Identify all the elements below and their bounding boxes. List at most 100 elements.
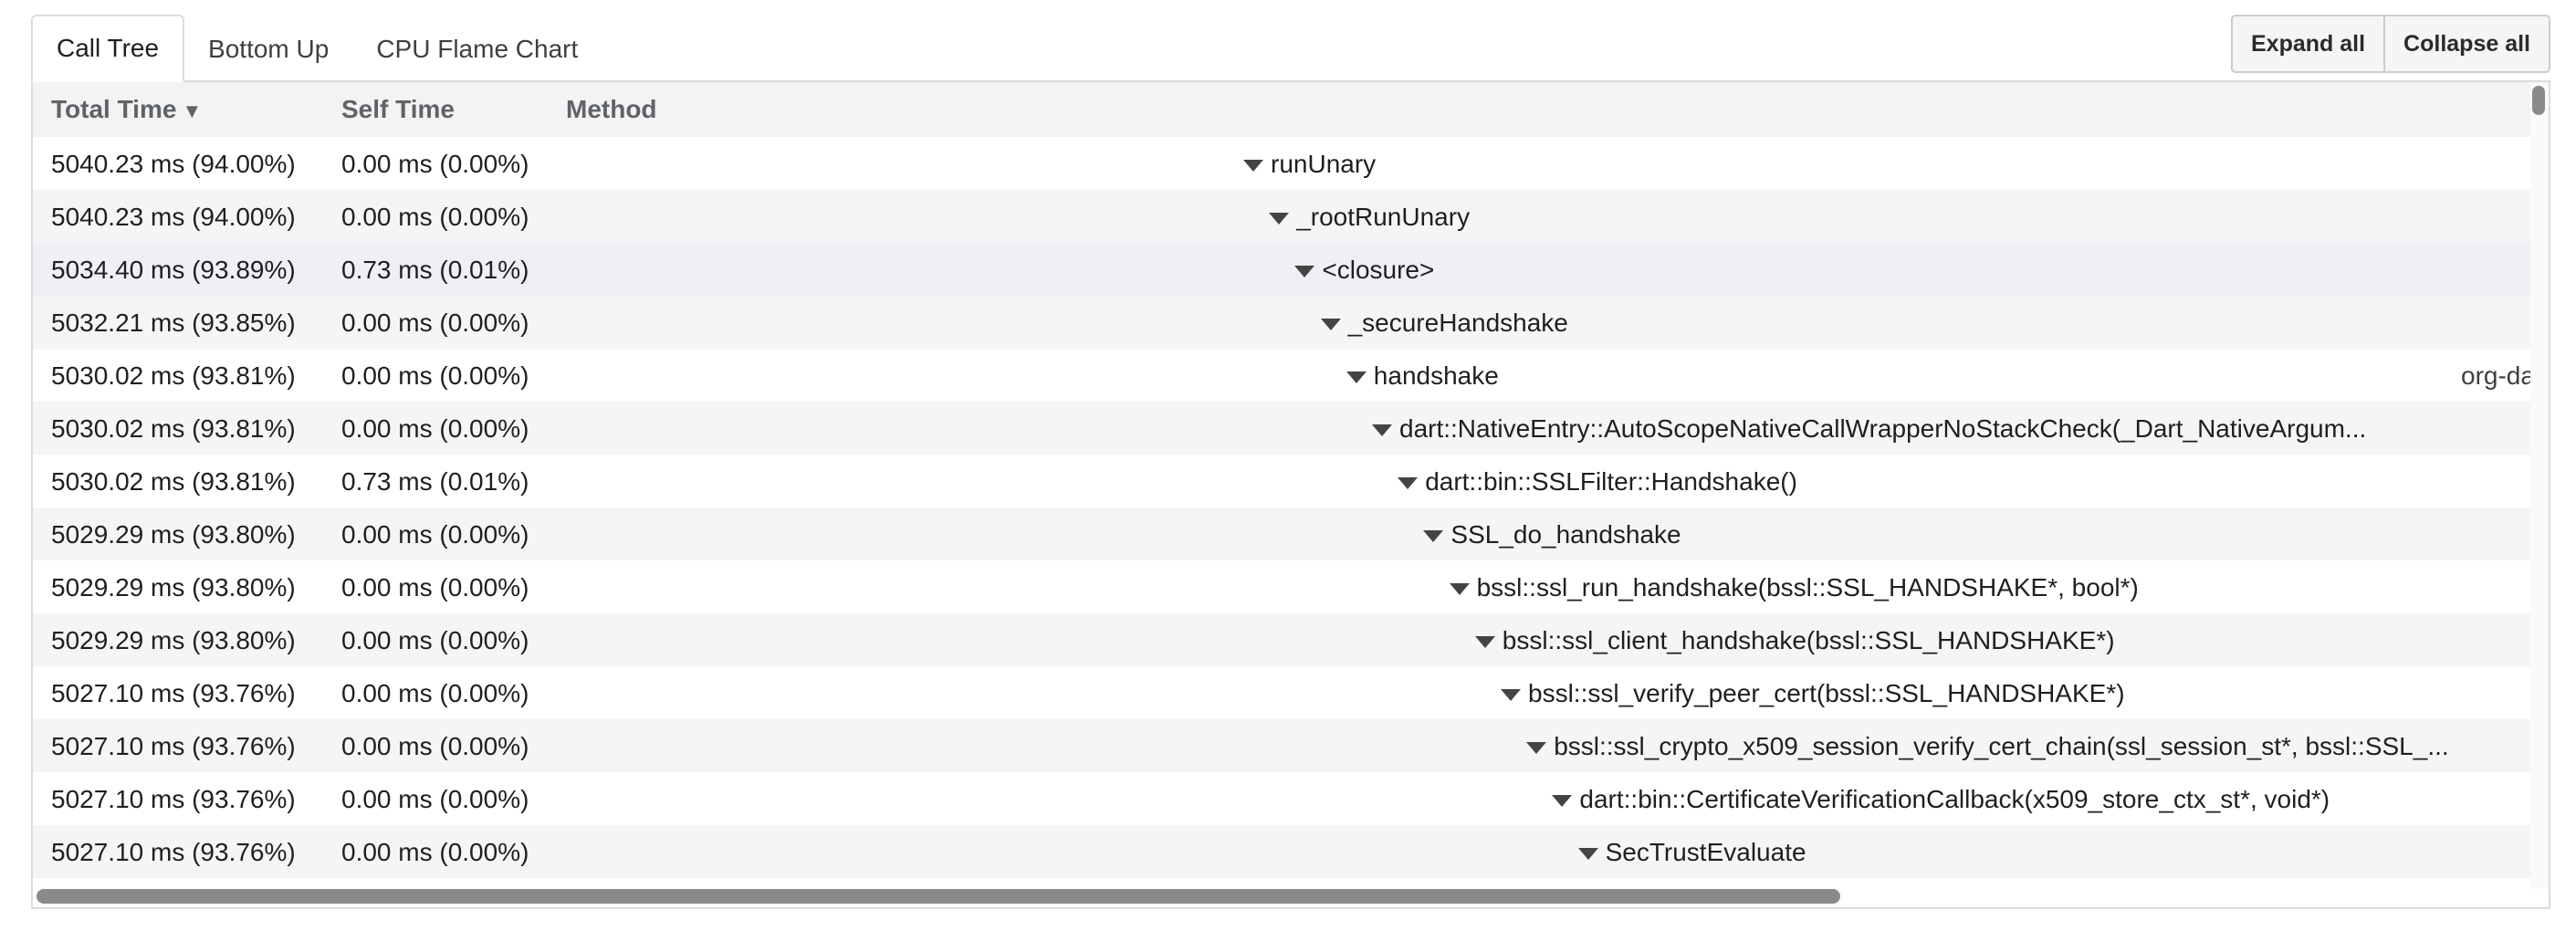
method-cell: handshake	[1346, 361, 1499, 391]
method-name: dart::NativeEntry::AutoScopeNativeCallWr…	[1399, 414, 2367, 443]
table-row[interactable]: 5029.29 ms (93.80%) 0.00 ms (0.00%) bssl::…	[33, 613, 2532, 666]
method-name: bssl::ssl_run_handshake(bssl::SSL_HANDSH…	[1476, 573, 2139, 601]
method-cell: bssl::ssl_run_handshake(bssl::SSL_HANDSH…	[1449, 573, 2139, 602]
table-row[interactable]: 5029.29 ms (93.80%) 0.00 ms (0.00%) SSL_do…	[33, 507, 2532, 560]
expand-caret-icon[interactable]	[1269, 212, 1290, 225]
method-name: dart::bin::CertificateVerificationCallba…	[1579, 785, 2330, 813]
self-time-cell: 0.00 ms (0.00%)	[341, 573, 529, 601]
self-time-cell: 0.00 ms (0.00%)	[341, 732, 529, 760]
method-cell: _secureHandshake	[1320, 309, 1568, 338]
method-name: bssl::ssl_crypto_x509_session_verify_cer…	[1554, 732, 2449, 760]
total-time-cell: 5027.10 ms (93.76%)	[51, 785, 296, 813]
tab-cpu-flame-chart[interactable]: CPU Flame Chart	[352, 16, 602, 82]
method-name: SSL_do_handshake	[1450, 520, 1681, 549]
expand-all-button[interactable]: Expand all	[2233, 16, 2383, 71]
horizontal-scrollbar-thumb[interactable]	[37, 889, 1840, 904]
self-time-cell: 0.00 ms (0.00%)	[341, 414, 529, 443]
total-time-cell: 5027.10 ms (93.76%)	[51, 838, 296, 866]
table-row[interactable]: 5030.02 ms (93.81%) 0.00 ms (0.00%) handsh…	[33, 349, 2535, 402]
method-cell: <closure>	[1294, 256, 1434, 285]
total-time-cell: 5029.29 ms (93.80%)	[51, 573, 296, 601]
table-row[interactable]: 5027.10 ms (93.76%) 0.00 ms (0.00%) bssl::…	[33, 666, 2532, 719]
table-row[interactable]: 5030.02 ms (93.81%) 0.73 ms (0.01%) dart::…	[33, 455, 2532, 507]
self-time-cell: 0.00 ms (0.00%)	[341, 361, 529, 390]
self-time-cell: 0.00 ms (0.00%)	[341, 309, 529, 337]
table-row[interactable]: 5027.10 ms (93.76%) 0.00 ms (0.00%) SecTru…	[33, 825, 2532, 878]
total-time-cell: 5030.02 ms (93.81%)	[51, 467, 296, 496]
method-name: SecTrustEvaluate	[1605, 838, 1806, 866]
method-name: _rootRunUnary	[1296, 203, 1471, 231]
table-row[interactable]: 5027.10 ms (93.76%) 0.00 ms (0.00%) bssl::…	[33, 719, 2532, 772]
total-time-cell: 5030.02 ms (93.81%)	[51, 414, 296, 443]
method-cell: dart::bin::SSLFilter::Handshake()	[1398, 467, 1797, 497]
method-name: _secureHandshake	[1347, 309, 1568, 337]
collapse-all-button[interactable]: Collapse all	[2383, 16, 2549, 71]
method-name: runUnary	[1271, 150, 1377, 178]
expand-caret-icon[interactable]	[1474, 635, 1495, 648]
self-time-cell: 0.00 ms (0.00%)	[341, 203, 529, 231]
self-time-cell: 0.00 ms (0.00%)	[341, 626, 529, 654]
expand-caret-icon[interactable]	[1243, 159, 1263, 172]
expand-caret-icon[interactable]	[1398, 476, 1419, 489]
expand-caret-icon[interactable]	[1449, 582, 1470, 595]
total-time-header-label: Total Time	[51, 95, 177, 123]
expand-caret-icon[interactable]	[1423, 529, 1444, 542]
total-time-cell: 5027.10 ms (93.76%)	[51, 732, 296, 760]
self-time-cell: 0.00 ms (0.00%)	[341, 679, 529, 707]
total-time-cell: 5029.29 ms (93.80%)	[51, 520, 296, 549]
total-time-cell: 5034.40 ms (93.89%)	[51, 256, 296, 284]
self-time-header[interactable]: Self Time	[341, 95, 455, 124]
method-name: bssl::ssl_verify_peer_cert(bssl::SSL_HAN…	[1528, 679, 2125, 707]
method-cell: SSL_do_handshake	[1423, 520, 1681, 549]
self-time-cell: 0.73 ms (0.01%)	[341, 256, 529, 284]
cpu-profiler: Call Tree Bottom Up CPU Flame Chart Expa…	[0, 0, 2576, 931]
method-cell: bssl::ssl_verify_peer_cert(bssl::SSL_HAN…	[1501, 679, 2125, 708]
self-time-cell: 0.00 ms (0.00%)	[341, 150, 529, 178]
total-time-cell: 5032.21 ms (93.85%)	[51, 309, 296, 337]
expand-caret-icon[interactable]	[1320, 318, 1341, 330]
self-time-cell: 0.00 ms (0.00%)	[341, 785, 529, 813]
expand-caret-icon[interactable]	[1577, 847, 1598, 860]
call-tree-table: Total Time ▼ Self Time Method 5040.23 ms …	[31, 80, 2550, 909]
self-time-cell: 0.00 ms (0.00%)	[341, 520, 529, 549]
total-time-header[interactable]: Total Time ▼	[51, 95, 202, 124]
total-time-cell: 5040.23 ms (94.00%)	[51, 150, 296, 178]
total-time-cell: 5030.02 ms (93.81%)	[51, 361, 296, 390]
source-link[interactable]: org-da	[2461, 361, 2535, 391]
method-cell: bssl::ssl_client_handshake(bssl::SSL_HAN…	[1474, 626, 2115, 655]
table-row[interactable]: 5040.23 ms (94.00%) 0.00 ms (0.00%) _rootR…	[33, 190, 2532, 243]
method-cell: dart::NativeEntry::AutoScopeNativeCallWr…	[1372, 414, 2366, 444]
table-row[interactable]: 5034.40 ms (93.89%) 0.73 ms (0.01%) <closu…	[33, 243, 2532, 296]
table-row[interactable]: 5032.21 ms (93.85%) 0.00 ms (0.00%) _secur…	[33, 296, 2532, 349]
table-row[interactable]: 5029.29 ms (93.80%) 0.00 ms (0.00%) bssl::…	[33, 560, 2532, 613]
expand-caret-icon[interactable]	[1346, 371, 1367, 383]
self-time-cell: 0.00 ms (0.00%)	[341, 838, 529, 866]
table-row[interactable]: 5040.23 ms (94.00%) 0.00 ms (0.00%) runUna…	[33, 137, 2532, 190]
method-cell: dart::bin::CertificateVerificationCallba…	[1552, 785, 2330, 814]
table-header: Total Time ▼ Self Time Method	[33, 82, 2532, 137]
method-name: <closure>	[1322, 256, 1435, 284]
method-cell: bssl::ssl_crypto_x509_session_verify_cer…	[1526, 732, 2449, 761]
expand-caret-icon[interactable]	[1372, 424, 1392, 436]
method-cell: _rootRunUnary	[1269, 203, 1470, 232]
method-header[interactable]: Method	[566, 95, 657, 124]
table-row[interactable]: 5027.10 ms (93.76%) 0.00 ms (0.00%) dart::…	[33, 772, 2532, 825]
sort-descending-icon: ▼	[182, 99, 203, 122]
method-name: dart::bin::SSLFilter::Handshake()	[1425, 467, 1797, 496]
table-row[interactable]: 5030.02 ms (93.81%) 0.00 ms (0.00%) dart::…	[33, 402, 2532, 455]
tab-call-tree[interactable]: Call Tree	[31, 15, 185, 82]
tab-bottom-up[interactable]: Bottom Up	[184, 16, 352, 82]
total-time-cell: 5029.29 ms (93.80%)	[51, 626, 296, 654]
vertical-scrollbar[interactable]	[2530, 82, 2549, 889]
expand-caret-icon[interactable]	[1501, 688, 1521, 701]
total-time-cell: 5027.10 ms (93.76%)	[51, 679, 296, 707]
total-time-cell: 5040.23 ms (94.00%)	[51, 203, 296, 231]
expand-caret-icon[interactable]	[1526, 741, 1547, 754]
method-name: bssl::ssl_client_handshake(bssl::SSL_HAN…	[1502, 626, 2115, 654]
method-name: handshake	[1373, 361, 1499, 390]
vertical-scrollbar-thumb[interactable]	[2532, 86, 2545, 115]
self-time-cell: 0.73 ms (0.01%)	[341, 467, 529, 496]
table-body: 5040.23 ms (94.00%) 0.00 ms (0.00%) runUna…	[33, 137, 2535, 878]
expand-caret-icon[interactable]	[1294, 265, 1315, 277]
expand-caret-icon[interactable]	[1552, 794, 1573, 807]
